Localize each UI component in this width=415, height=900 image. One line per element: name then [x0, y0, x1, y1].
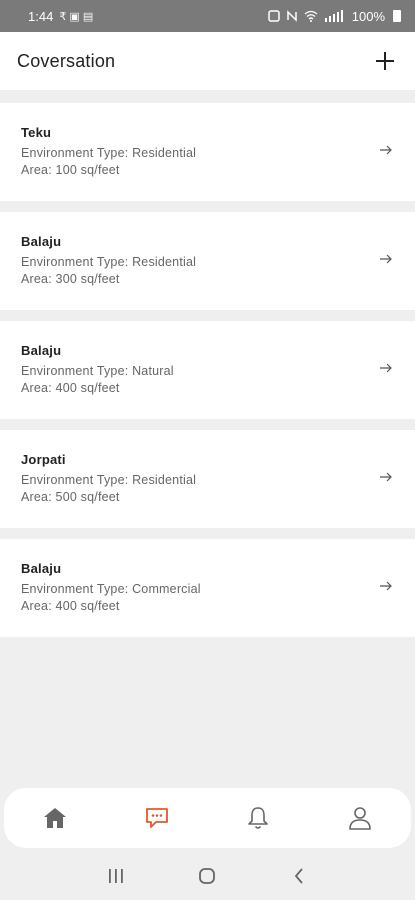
back-button[interactable] [284, 861, 314, 891]
conversation-list: Teku Environment Type: Residential Area:… [0, 103, 415, 648]
area: Area: 400 sq/feet [21, 381, 120, 395]
environment-type: Environment Type: Residential [21, 146, 197, 160]
signal-icon [324, 10, 343, 22]
back-icon [294, 868, 303, 884]
recents-icon [108, 869, 123, 883]
recents-button[interactable] [101, 861, 131, 891]
arrow-right-icon[interactable] [379, 143, 393, 157]
nfc-icon [287, 10, 297, 22]
add-conversation-button[interactable] [373, 49, 397, 73]
area: Area: 400 sq/feet [21, 599, 120, 613]
arrow-right-icon[interactable] [379, 579, 393, 593]
chat-icon [145, 808, 168, 828]
app-bar: Coversation [0, 32, 415, 90]
system-nav [0, 852, 415, 900]
conversation-name: Teku [21, 125, 52, 140]
alarm-icon [268, 10, 280, 22]
profile-icon [349, 807, 371, 830]
conversation-card[interactable]: Jorpati Environment Type: Residential Ar… [0, 430, 415, 528]
status-time: 1:44 [28, 8, 54, 24]
wifi-icon [304, 10, 318, 22]
arrow-right-icon[interactable] [379, 361, 393, 375]
status-left: 1:44 ₹ ▣ ▤ [28, 9, 93, 24]
area: Area: 500 sq/feet [21, 490, 120, 504]
bell-icon [248, 807, 269, 829]
environment-type: Environment Type: Residential [21, 255, 197, 269]
environment-type: Environment Type: Natural [21, 364, 174, 378]
page-title: Coversation [17, 50, 116, 71]
conversation-name: Balaju [21, 234, 62, 249]
home-button[interactable] [192, 861, 222, 891]
nav-profile[interactable] [335, 798, 385, 838]
status-right: 100% [268, 9, 401, 24]
battery-icon [393, 10, 401, 22]
conversation-name: Balaju [21, 561, 62, 576]
conversation-card[interactable]: Balaju Environment Type: Commercial Area… [0, 539, 415, 637]
status-bar: 1:44 ₹ ▣ ▤ 100% [0, 0, 415, 32]
battery-percent: 100% [351, 8, 385, 24]
conversation-name: Jorpati [21, 452, 66, 467]
conversation-name: Balaju [21, 343, 62, 358]
environment-type: Environment Type: Residential [21, 473, 197, 487]
notification-icons: ₹ ▣ ▤ [59, 10, 94, 23]
environment-type: Environment Type: Commercial [21, 582, 201, 596]
nav-notifications[interactable] [233, 798, 283, 838]
arrow-right-icon[interactable] [379, 470, 393, 484]
conversation-card[interactable]: Balaju Environment Type: Natural Area: 4… [0, 321, 415, 419]
arrow-right-icon[interactable] [379, 252, 393, 266]
area: Area: 100 sq/feet [21, 163, 120, 177]
home-circle-icon [199, 868, 216, 884]
nav-home[interactable] [30, 798, 80, 838]
nav-chat[interactable] [132, 798, 182, 838]
area: Area: 300 sq/feet [21, 272, 120, 286]
home-icon [43, 808, 66, 828]
conversation-card[interactable]: Balaju Environment Type: Residential Are… [0, 212, 415, 310]
conversation-card[interactable]: Teku Environment Type: Residential Area:… [0, 103, 415, 201]
bottom-nav [4, 788, 411, 848]
